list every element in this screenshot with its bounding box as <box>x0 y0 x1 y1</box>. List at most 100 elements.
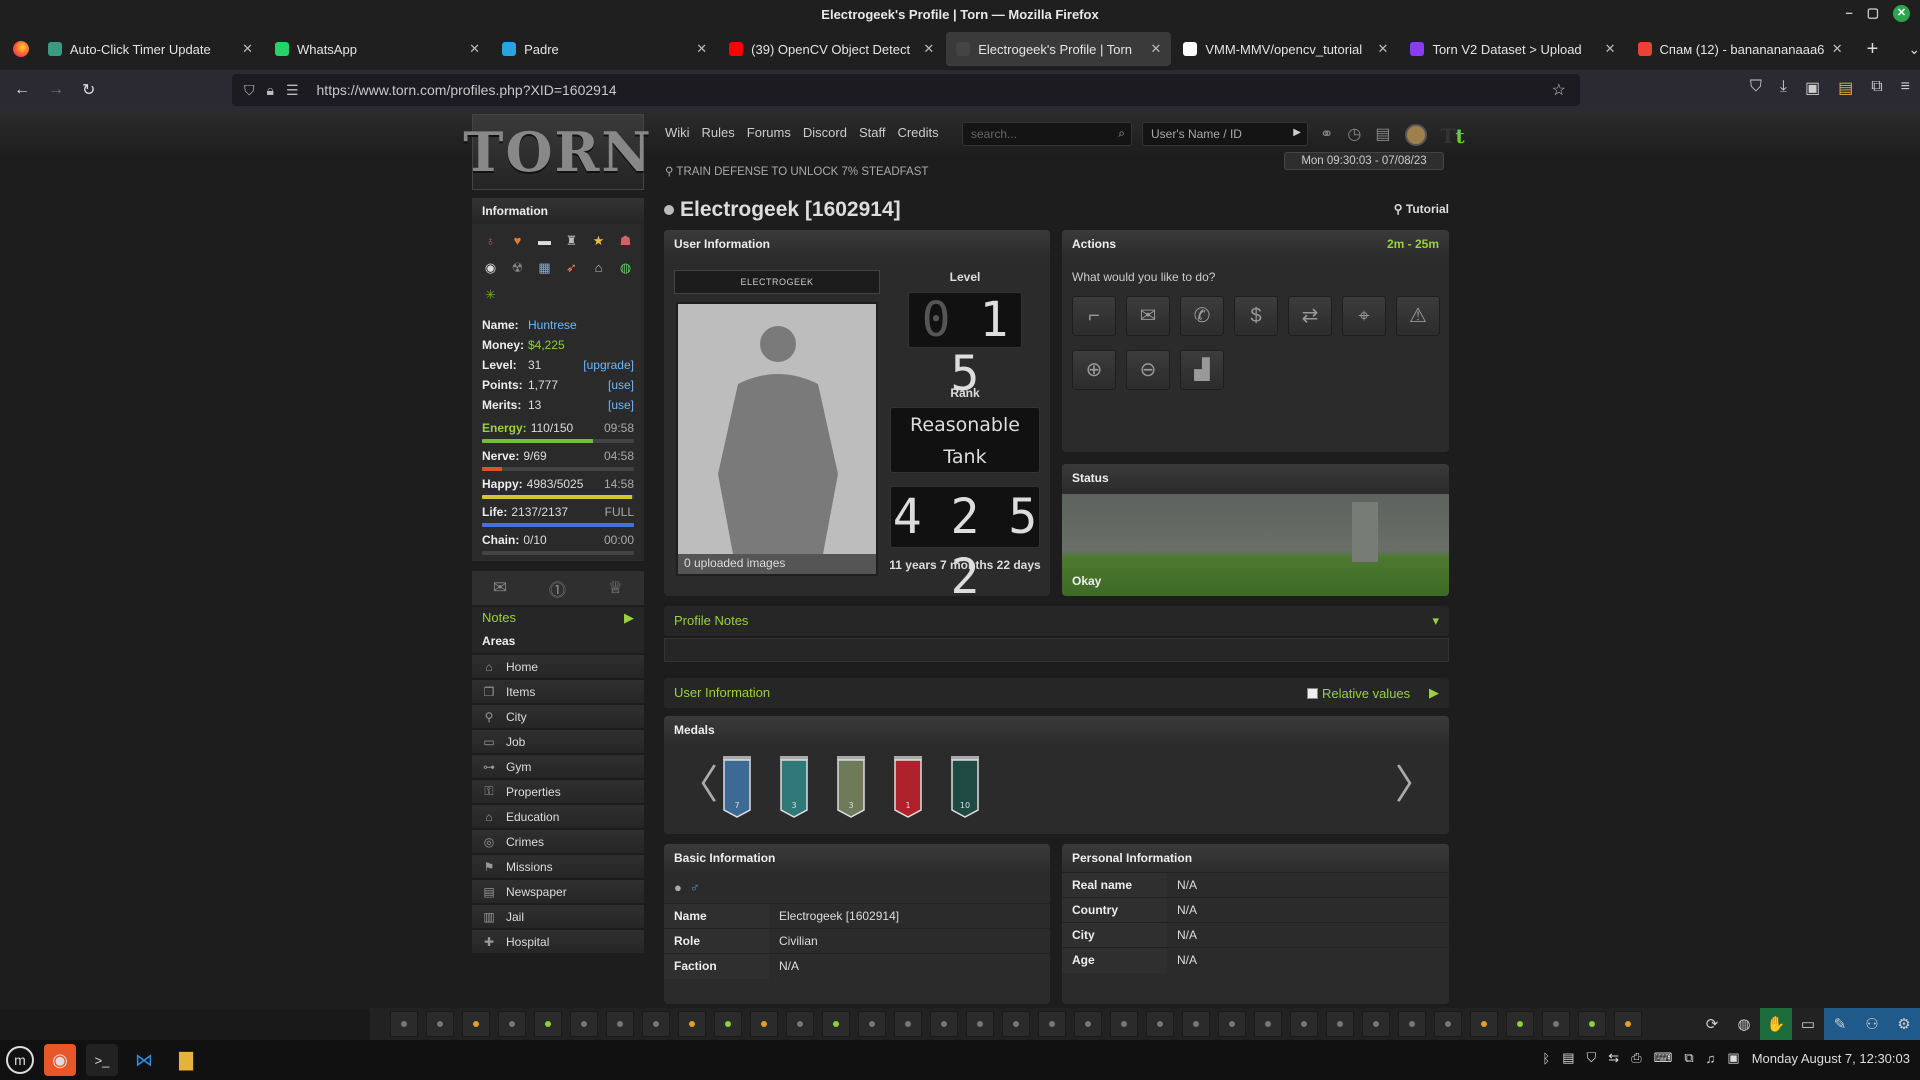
chat-slot[interactable] <box>1218 1011 1246 1037</box>
sidebar-item-properties[interactable]: ⚿ Properties <box>472 780 644 803</box>
maximize-icon[interactable]: ▢ <box>1867 5 1879 22</box>
reload-icon[interactable]: ↻ <box>82 80 95 100</box>
clipboard-tray-icon[interactable]: ▤ <box>1562 1050 1574 1066</box>
minimize-icon[interactable]: – <box>1845 5 1852 22</box>
network-icon[interactable]: ⧉ <box>1684 1050 1693 1066</box>
chat-slot[interactable] <box>1362 1011 1390 1037</box>
hand-icon[interactable]: ✋ <box>1760 1008 1792 1040</box>
send-money-icon[interactable]: $ <box>1234 296 1278 336</box>
chat-slot[interactable] <box>750 1011 778 1037</box>
chat-slot[interactable] <box>1182 1011 1210 1037</box>
star-icon[interactable]: ★ <box>590 232 607 249</box>
torn-logo[interactable]: TORN <box>463 114 651 190</box>
report-warning-icon[interactable]: ⚠ <box>1396 296 1440 336</box>
chat-slot[interactable] <box>966 1011 994 1037</box>
close-tab-icon[interactable]: ✕ <box>1832 41 1843 57</box>
drug-icon[interactable]: ✳ <box>482 286 499 303</box>
chat-slot[interactable] <box>1110 1011 1138 1037</box>
url-text[interactable]: https://www.torn.com/profiles.php?XID=16… <box>317 82 617 98</box>
close-tab-icon[interactable]: ✕ <box>1150 41 1161 57</box>
trade-icon[interactable]: ⇄ <box>1288 296 1332 336</box>
sidebar-item-city[interactable]: ⚲ City <box>472 705 644 728</box>
terminal-icon[interactable]: >_ <box>86 1044 118 1076</box>
relative-values-checkbox[interactable] <box>1307 687 1318 699</box>
medals-prev-icon[interactable]: 〈 <box>678 760 718 810</box>
chat-slot[interactable] <box>462 1011 490 1037</box>
browser-tab[interactable]: Torn V2 Dataset > Upload ✕ <box>1400 32 1625 66</box>
files-icon[interactable]: ▇ <box>170 1044 202 1076</box>
nav-link-discord[interactable]: Discord <box>803 125 847 140</box>
shield-icon[interactable]: ⛉ <box>244 82 255 99</box>
stat-bar[interactable]: Nerve: 9/69 04:58 <box>482 449 634 471</box>
chat-slot[interactable] <box>498 1011 526 1037</box>
close-tab-icon[interactable]: ✕ <box>1378 41 1389 57</box>
chat-slot[interactable] <box>678 1011 706 1037</box>
notes-toggle[interactable]: Notes ▶ <box>472 607 644 629</box>
chat-slot[interactable] <box>858 1011 886 1037</box>
downloads-icon[interactable]: ⤓ <box>1780 78 1787 98</box>
medal-ribbon[interactable]: 10 <box>950 756 980 818</box>
user-information-toggle[interactable]: User Information Relative values ▶ <box>664 678 1449 708</box>
close-tab-icon[interactable]: ✕ <box>923 41 934 57</box>
chat-slot[interactable] <box>786 1011 814 1037</box>
chat-slot[interactable] <box>1038 1011 1066 1037</box>
chat-slot[interactable] <box>1398 1011 1426 1037</box>
relative-values[interactable]: Relative values ▶ <box>1307 685 1439 701</box>
tutorial-link[interactable]: ⚲ Tutorial <box>1394 202 1449 216</box>
close-tab-icon[interactable]: ✕ <box>1605 41 1616 57</box>
chat-slot[interactable] <box>894 1011 922 1037</box>
nav-link-rules[interactable]: Rules <box>702 125 735 140</box>
nav-link-wiki[interactable]: Wiki <box>665 125 690 140</box>
search-icon[interactable]: ⌕ <box>1118 126 1125 141</box>
chat-slot[interactable] <box>390 1011 418 1037</box>
browser-tab[interactable]: Padre ✕ <box>492 32 717 66</box>
close-tab-icon[interactable]: ✕ <box>469 41 480 57</box>
money-value[interactable]: $4,225 <box>528 338 634 352</box>
extension-icon[interactable]: ▤ <box>1838 78 1853 98</box>
profile-image[interactable]: 0 uploaded images <box>676 302 878 576</box>
sidebar-item-job[interactable]: ▭ Job <box>472 730 644 753</box>
heart-icon[interactable]: ♥ <box>509 232 526 249</box>
train-message[interactable]: ⚲ TRAIN DEFENSE TO UNLOCK 7% STEADFAST <box>665 164 928 178</box>
refresh-icon[interactable]: ⟳ <box>1696 1008 1728 1040</box>
close-tab-icon[interactable]: ✕ <box>696 41 707 57</box>
sidebar-item-home[interactable]: ⌂ Home <box>472 655 644 678</box>
nav-link-credits[interactable]: Credits <box>897 125 938 140</box>
medals-next-icon[interactable]: 〉 <box>1395 760 1435 810</box>
sidebar-item-missions[interactable]: ⚑ Missions <box>472 855 644 878</box>
sidebar-item-newspaper[interactable]: ▤ Newspaper <box>472 880 644 903</box>
stat-bar[interactable]: Life: 2137/2137 FULL <box>482 505 634 527</box>
torn-tools-icon[interactable]: Tt <box>1441 124 1465 148</box>
forward-icon[interactable]: → <box>48 81 64 99</box>
sidebar-item-items[interactable]: ❒ Items <box>472 680 644 703</box>
keyboard-icon[interactable]: ⌨ <box>1654 1050 1673 1066</box>
browser-tab[interactable]: VMM-MMV/opencv_tutorial ✕ <box>1173 32 1398 66</box>
play-arrow-icon[interactable]: ▶ <box>1293 127 1301 138</box>
add-enemy-icon[interactable]: ⊖ <box>1126 350 1170 390</box>
attack-gun-icon[interactable]: ⌐ <box>1072 296 1116 336</box>
medal-ribbon[interactable]: 3 <box>779 756 809 818</box>
back-icon[interactable]: ← <box>14 81 30 99</box>
stat-bar[interactable]: Chain: 0/10 00:00 <box>482 533 634 555</box>
printer-icon[interactable]: ⎙ <box>1631 1050 1641 1066</box>
chat-slot[interactable] <box>1470 1011 1498 1037</box>
binoculars-icon[interactable]: ⚭ <box>1320 124 1333 148</box>
search-input[interactable]: search... ⌕ <box>962 122 1132 146</box>
calendar-icon[interactable]: ▦ <box>536 259 553 276</box>
bounty-target-icon[interactable]: ⌖ <box>1342 296 1386 336</box>
url-bar[interactable]: ⛉ 🔒︎ ☰ https://www.torn.com/profiles.php… <box>232 74 1580 106</box>
reader-icon[interactable]: ▣ <box>1805 78 1820 98</box>
hat-icon[interactable]: ☗ <box>617 232 634 249</box>
browser-tab[interactable]: WhatsApp ✕ <box>265 32 490 66</box>
coin-icon[interactable]: ◉ <box>482 259 499 276</box>
use-points-link[interactable]: [use] <box>608 378 634 392</box>
browser-tab[interactable]: Auto-Click Timer Update ✕ <box>38 32 263 66</box>
people-icon[interactable]: ⚇ <box>1856 1008 1888 1040</box>
briefcase-icon[interactable]: ▭ <box>1792 1008 1824 1040</box>
chat-slot[interactable] <box>1290 1011 1318 1037</box>
radiation-icon[interactable]: ☢ <box>509 259 526 276</box>
chat-slot[interactable] <box>570 1011 598 1037</box>
permissions-icon[interactable]: ☰ <box>286 82 299 99</box>
bank-icon[interactable]: ⌂ <box>590 259 607 276</box>
chat-slot[interactable] <box>1002 1011 1030 1037</box>
